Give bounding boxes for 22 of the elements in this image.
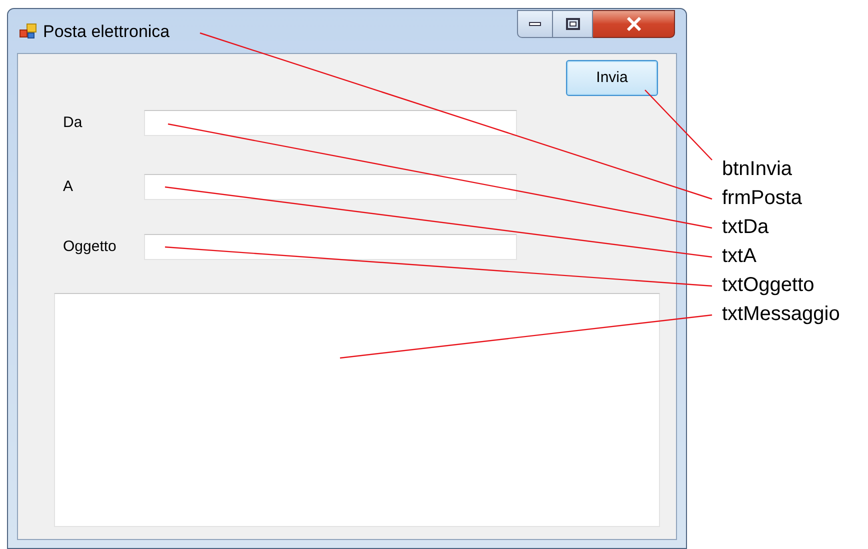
text-field[interactable] <box>144 110 517 136</box>
field-label: Oggetto <box>63 236 118 257</box>
annotation-label: txtMessaggio <box>722 302 840 327</box>
annotation-label: txtDa <box>722 215 770 240</box>
field-label: A <box>63 176 74 197</box>
close-icon <box>626 17 642 31</box>
window-title: Posta elettronica <box>43 22 170 42</box>
annotation-label: txtOggetto <box>722 273 816 298</box>
annotation-label: frmPosta <box>722 186 804 211</box>
annotation-label: txtA <box>722 244 758 269</box>
send-button[interactable]: Invia <box>566 60 658 96</box>
message-field[interactable] <box>54 293 660 527</box>
app-icon <box>19 23 37 39</box>
text-field[interactable] <box>144 234 517 260</box>
maximize-icon <box>566 18 580 30</box>
minimize-button[interactable] <box>517 10 553 38</box>
text-field[interactable] <box>144 174 517 200</box>
minimize-icon <box>529 22 541 26</box>
maximize-button[interactable] <box>553 10 593 38</box>
field-label: Da <box>63 112 84 133</box>
annotation-label: btnInvia <box>722 157 794 182</box>
close-button[interactable] <box>593 10 675 38</box>
